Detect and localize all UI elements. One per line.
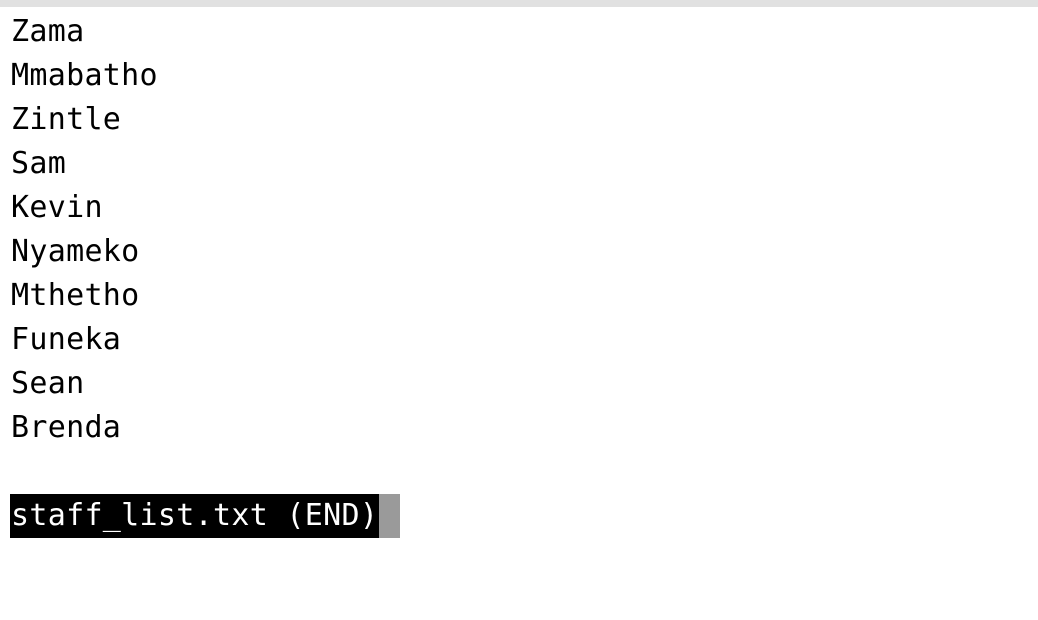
output-line: Mthetho (11, 278, 140, 313)
output-line: Brenda (11, 410, 122, 445)
text-cursor (379, 494, 401, 538)
pager-status: staff_list.txt (END) (10, 494, 380, 538)
output-line: Sam (11, 146, 67, 181)
output-line: Zintle (11, 102, 122, 137)
pager-prompt[interactable]: staff_list.txt (END) (10, 494, 1038, 538)
window-top-bar (0, 0, 1038, 7)
output-line: Kevin (11, 190, 103, 225)
output-line: Funeka (11, 322, 122, 357)
output-line: Nyameko (11, 234, 140, 269)
output-line: Mmabatho (11, 58, 158, 93)
output-line: Sean (11, 366, 85, 401)
output-line: Zama (11, 14, 85, 49)
terminal-output: Zama Mmabatho Zintle Sam Kevin Nyameko M… (10, 10, 1038, 538)
